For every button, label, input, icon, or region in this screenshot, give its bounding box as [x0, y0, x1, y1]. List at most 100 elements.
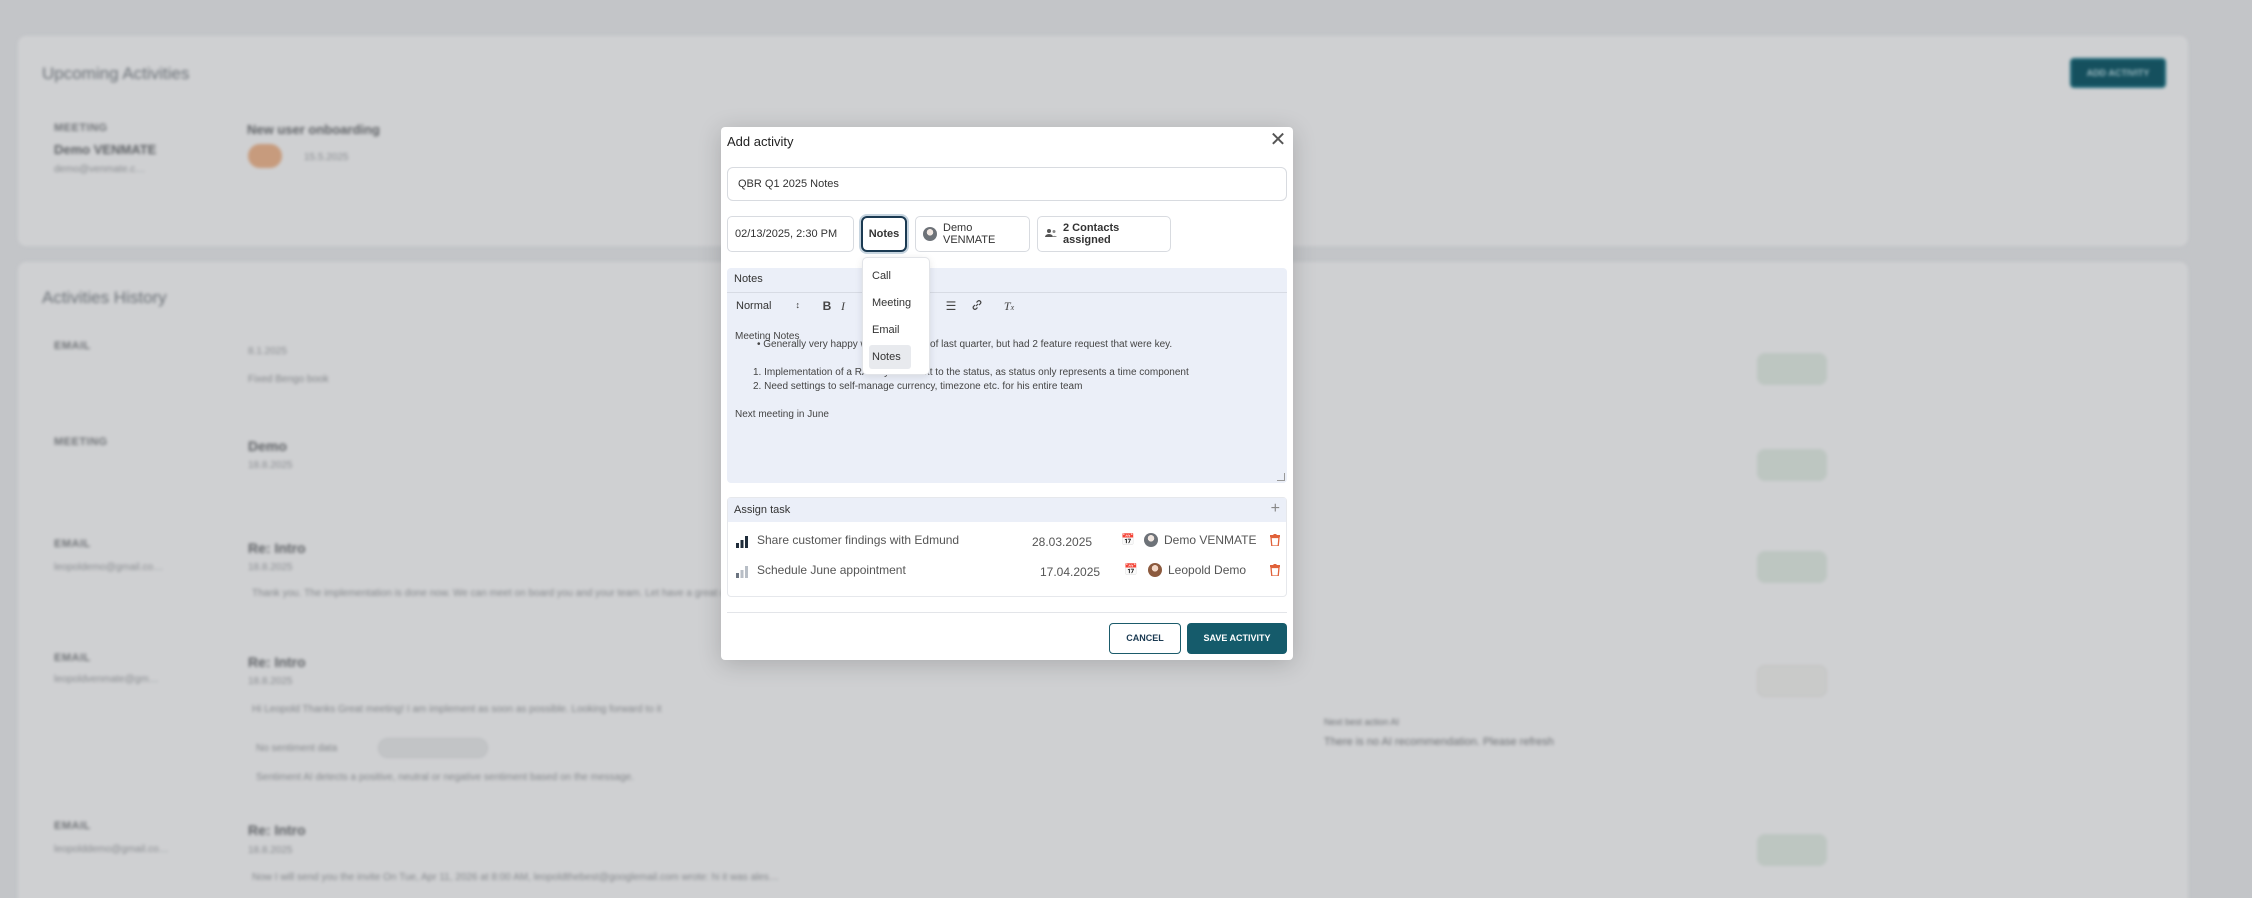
sentiment-badge	[378, 738, 488, 758]
owner-select[interactable]: Demo VENMATE	[915, 216, 1030, 252]
format-select[interactable]: Normal ↕	[736, 300, 802, 312]
bold-icon[interactable]: B	[820, 299, 834, 313]
contacts-assigned-button[interactable]: 2 Contacts assigned	[1037, 216, 1171, 252]
activity-type-dropdown: Call Meeting Email Notes	[862, 257, 930, 375]
history-item-sender: leopoldemo@gmail.co…	[54, 562, 164, 573]
type-option-meeting[interactable]: Meeting	[869, 291, 911, 315]
plus-icon[interactable]: +	[1271, 500, 1280, 518]
task-name[interactable]: Schedule June appointment	[757, 563, 906, 577]
history-item-body: Hi Leopold Thanks Great meeting! I am im…	[252, 704, 662, 715]
cancel-button[interactable]: CANCEL	[1109, 623, 1181, 654]
notes-label: Notes	[734, 273, 763, 285]
datetime-picker[interactable]: 02/13/2025, 2:30 PM	[727, 216, 854, 252]
notes-editor: Notes Normal ↕ B I ☰ Tx Meeting Notes • …	[727, 268, 1287, 483]
history-item-type: EMAIL	[54, 652, 91, 664]
history-item-type: MEETING	[54, 436, 108, 448]
avatar	[923, 227, 937, 241]
upcoming-item-contact: Demo VENMATE	[54, 142, 157, 157]
history-item-actions[interactable]	[1757, 551, 1827, 583]
task-row: Share customer findings with Edmund 28.0…	[728, 526, 1286, 556]
sentiment-help: Sentiment AI detects a positive, neutral…	[256, 772, 635, 783]
next-action-label: Next best action AI	[1324, 717, 1400, 727]
sentiment-label: No sentiment data	[256, 743, 338, 754]
task-assignee[interactable]: Leopold Demo	[1148, 563, 1246, 577]
divider	[727, 612, 1287, 613]
history-item-sender: leopolddemo@gmail.co…	[54, 844, 169, 855]
history-item-body: Fixed Bengo book	[248, 374, 329, 385]
trash-icon[interactable]	[1270, 563, 1280, 577]
upcoming-item-avatars	[248, 144, 282, 168]
resize-handle[interactable]	[1277, 473, 1285, 481]
history-item-body: Thank you. The implementation is done no…	[252, 588, 737, 599]
activities-history-title: Activities History	[42, 288, 167, 307]
history-item-date: 8.1.2025	[248, 346, 287, 357]
history-item-type: EMAIL	[54, 340, 91, 352]
history-item-date: 18.8.2025	[248, 460, 293, 471]
assign-task-header: Assign task +	[728, 498, 1286, 522]
calendar-icon[interactable]: 📅	[1124, 563, 1138, 576]
owner-name: Demo VENMATE	[943, 222, 996, 246]
save-activity-button[interactable]: SAVE ACTIVITY	[1187, 623, 1287, 654]
history-item-date: 18.8.2025	[248, 676, 293, 687]
task-name[interactable]: Share customer findings with Edmund	[757, 533, 959, 547]
history-item-actions[interactable]	[1757, 665, 1827, 697]
history-item-actions[interactable]	[1757, 353, 1827, 385]
priority-low-icon[interactable]	[736, 565, 748, 578]
history-item-title[interactable]: Re: Intro	[248, 654, 306, 670]
task-assignee-name: Leopold Demo	[1168, 563, 1247, 577]
add-activity-button[interactable]: ADD ACTIVITY	[2070, 58, 2166, 88]
link-icon[interactable]	[970, 299, 984, 314]
task-assignee-name: Demo VENMATE	[1164, 533, 1257, 547]
history-item-actions[interactable]	[1757, 449, 1827, 481]
close-icon[interactable]: ✕	[1269, 130, 1287, 150]
avatar	[1148, 563, 1162, 577]
priority-high-icon[interactable]	[736, 535, 748, 548]
add-activity-modal: Add activity ✕ 02/13/2025, 2:30 PM Notes…	[721, 127, 1293, 660]
type-option-email[interactable]: Email	[869, 318, 911, 342]
updown-icon: ↕	[795, 300, 801, 310]
history-item-body: Now I will send you the invite On Tue, A…	[252, 872, 779, 883]
history-item-type: EMAIL	[54, 820, 91, 832]
history-item-actions[interactable]	[1757, 834, 1827, 866]
history-item-title[interactable]: Re: Intro	[248, 540, 306, 556]
trash-icon[interactable]	[1270, 533, 1280, 547]
task-date[interactable]: 28.03.2025	[1032, 535, 1092, 549]
contacts-icon	[1045, 228, 1057, 241]
task-row: Schedule June appointment 17.04.2025 📅 L…	[728, 556, 1286, 586]
task-date[interactable]: 17.04.2025	[1040, 565, 1100, 579]
avatar	[1144, 533, 1158, 547]
bullet-list-icon[interactable]: ☰	[944, 299, 958, 313]
history-item-date: 18.8.2025	[248, 562, 293, 573]
divider	[727, 292, 1287, 293]
type-option-notes[interactable]: Notes	[869, 345, 911, 369]
task-assignee[interactable]: Demo VENMATE	[1144, 533, 1256, 547]
activity-type-value: Notes	[868, 228, 900, 240]
notes-numbered-item: 2. Need settings to self-manage currency…	[753, 381, 1083, 392]
history-item-title[interactable]: Re: Intro	[248, 822, 306, 838]
upcoming-item-type: MEETING	[54, 122, 108, 134]
contacts-label: 2 Contacts assigned	[1063, 222, 1120, 246]
history-item-title[interactable]: Demo	[248, 438, 287, 454]
history-item-type: EMAIL	[54, 538, 91, 550]
next-action-text: There is no AI recommendation. Please re…	[1324, 736, 1554, 748]
activity-type-select[interactable]: Notes	[861, 216, 907, 252]
format-value: Normal	[736, 300, 772, 312]
notes-bullet: • Generally very happy with the results …	[757, 339, 1173, 350]
calendar-icon[interactable]: 📅	[1121, 533, 1135, 546]
history-item-sender: leopoldvenmate@gm…	[54, 674, 159, 685]
assign-task-panel: Assign task + Share customer findings wi…	[727, 497, 1287, 597]
upcoming-item-email: demo@venmate.c…	[54, 164, 146, 175]
history-item-date: 18.8.2025	[248, 845, 293, 856]
notes-closing: Next meeting in June	[735, 409, 829, 420]
type-option-call[interactable]: Call	[869, 264, 911, 288]
activity-title-input[interactable]	[727, 167, 1287, 201]
upcoming-activities-title: Upcoming Activities	[42, 64, 190, 83]
upcoming-item-date: 15.5.2025	[304, 152, 349, 163]
assign-task-title: Assign task	[734, 504, 791, 516]
datetime-value: 02/13/2025, 2:30 PM	[735, 228, 838, 240]
notes-numbered-item: 1. Implementation of a RAG system next t…	[753, 367, 1189, 378]
italic-icon[interactable]: I	[836, 299, 850, 314]
clear-format-icon[interactable]: Tx	[1002, 299, 1016, 314]
modal-title: Add activity	[727, 134, 794, 149]
upcoming-item-title[interactable]: New user onboarding	[247, 122, 380, 137]
